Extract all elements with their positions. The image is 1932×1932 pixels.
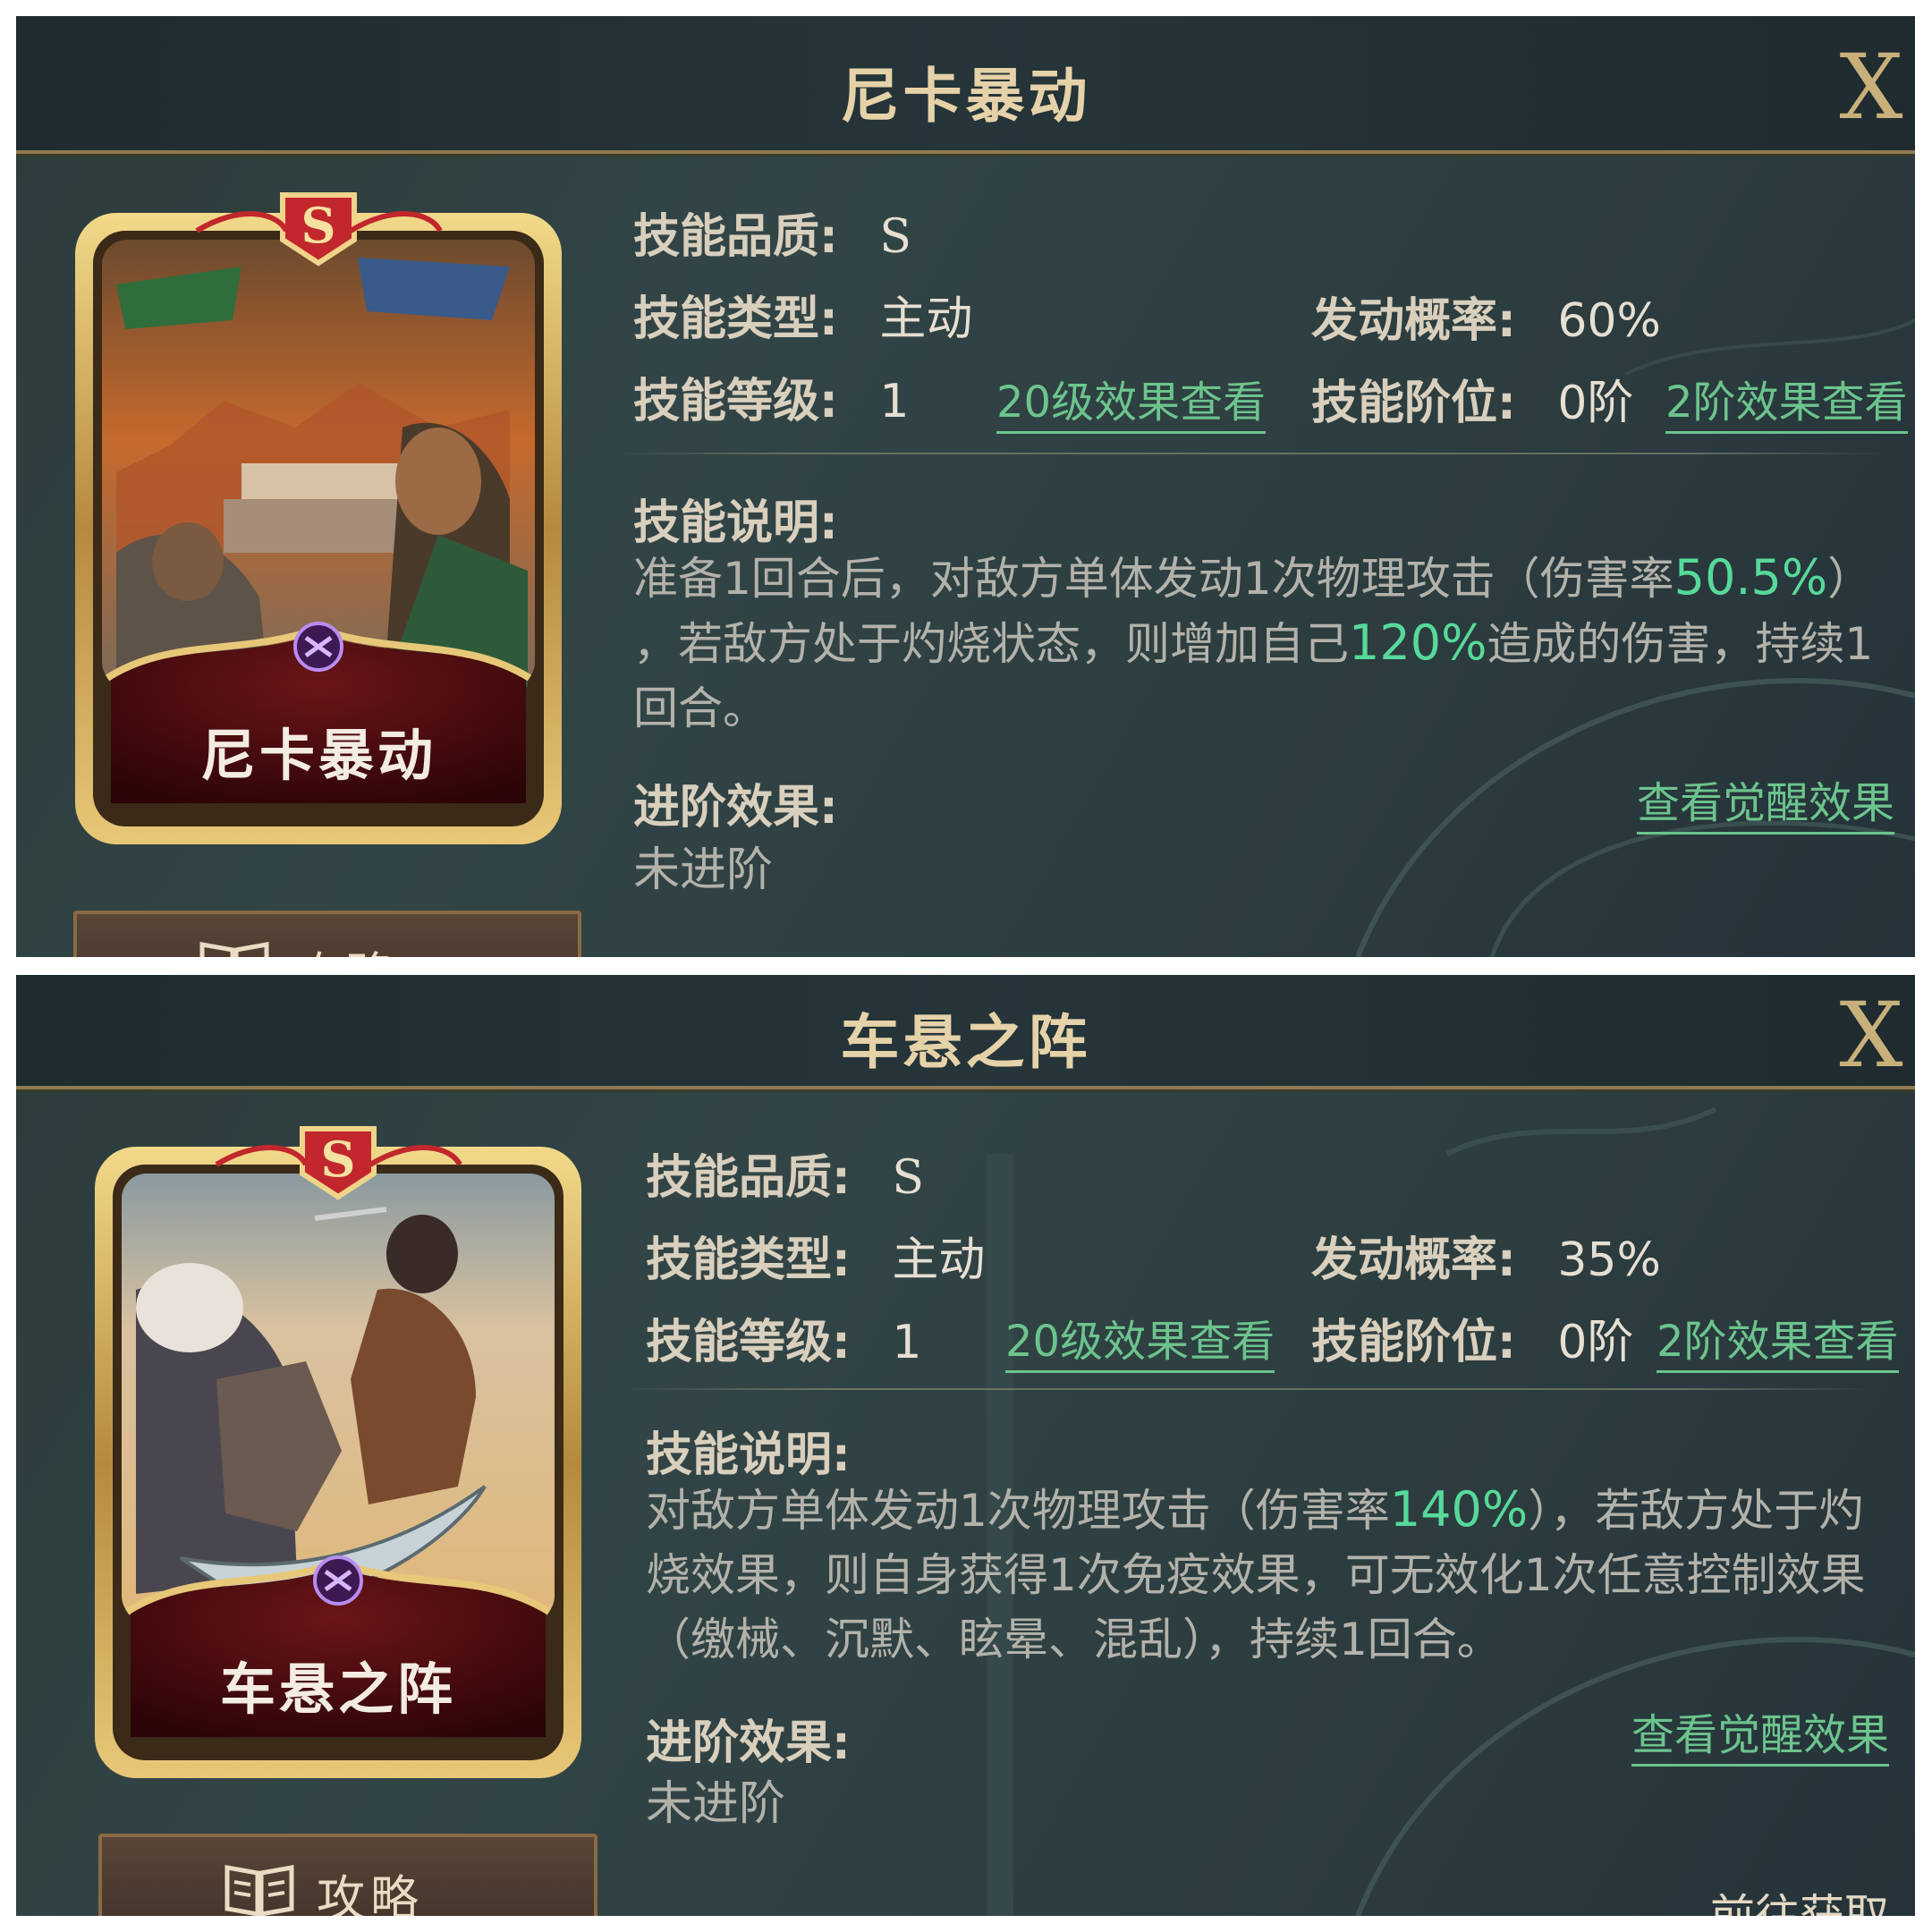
advance-label: 进阶效果: — [633, 781, 838, 835]
type-value: 主动 — [892, 1233, 986, 1287]
type-label: 技能类型: — [646, 1233, 851, 1287]
rank-value: 0阶 — [1557, 1316, 1634, 1369]
strategy-button[interactable]: 攻略 — [98, 1834, 597, 1916]
level-row: 技能等级: 1 — [646, 1304, 921, 1371]
rank-label: 技能阶位: — [1311, 377, 1516, 430]
quality-label: 技能品质: — [646, 1151, 851, 1205]
skill-panel-1: 尼卡暴动 X S 尼卡暴动 技能品质: S 技能类型: 主动 发动概率: 60%… — [16, 16, 1915, 957]
goto-obtain-button[interactable]: 前往获取 — [1710, 1880, 1889, 1916]
level-row: 技能等级: 1 — [633, 363, 909, 430]
level-label: 技能等级: — [646, 1316, 851, 1369]
rate-value: 35% — [1557, 1233, 1661, 1287]
rate-label: 发动概率: — [1311, 294, 1516, 348]
advance-value: 未进阶 — [646, 1777, 786, 1831]
divider — [624, 1388, 1877, 1390]
desc-text: 准备1回合后，对敌方单体发动1次物理攻击（伤害率 — [633, 553, 1674, 605]
skill-description: 准备1回合后，对敌方单体发动1次物理攻击（伤害率50.5%） ，若敌方处于灼烧状态… — [633, 546, 1877, 741]
skill-description: 对敌方单体发动1次物理攻击（伤害率140%），若敌方处于灼烧效果，则自身获得1次… — [646, 1478, 1871, 1672]
quality-value: S — [892, 1151, 924, 1205]
rate-value: 60% — [1557, 294, 1661, 348]
strategy-button[interactable]: 攻略 — [73, 911, 581, 957]
quality-label: 技能品质: — [633, 210, 838, 264]
rank-row: 技能阶位: 0阶 — [1311, 365, 1633, 432]
type-label: 技能类型: — [633, 292, 838, 346]
strategy-label: 攻略 — [292, 936, 399, 957]
panel-title: 车悬之阵 — [840, 1008, 1091, 1077]
panel-title: 尼卡暴动 — [840, 62, 1091, 131]
panel-header: 尼卡暴动 X — [16, 16, 1915, 154]
awaken-effect-link[interactable]: 查看觉醒效果 — [1637, 767, 1895, 835]
desc-label: 技能说明: — [633, 496, 838, 550]
grade-s-badge: S — [320, 1131, 356, 1188]
panel-header: 车悬之阵 X — [16, 975, 1915, 1089]
skill-card: S 车悬之阵 — [82, 1111, 594, 1791]
divider — [615, 453, 1885, 454]
quality-row: 技能品质: S — [633, 199, 911, 266]
skill-card: S 尼卡暴动 — [63, 177, 574, 857]
rate-row: 发动概率: 60% — [1311, 283, 1661, 350]
desc-highlight: 120% — [1349, 614, 1487, 671]
rate-label: 发动概率: — [1311, 1233, 1516, 1287]
desc-highlight: 50.5% — [1674, 549, 1828, 606]
advance-value: 未进阶 — [633, 843, 774, 897]
advance-label: 进阶效果: — [646, 1716, 851, 1770]
rate-row: 发动概率: 35% — [1311, 1222, 1661, 1289]
level-value: 1 — [892, 1316, 922, 1369]
awaken-effect-link[interactable]: 查看觉醒效果 — [1631, 1699, 1890, 1767]
level-value: 1 — [879, 375, 910, 428]
level-20-effect-link[interactable]: 20级效果查看 — [1005, 1306, 1275, 1373]
rank-row: 技能阶位: 0阶 — [1311, 1304, 1633, 1371]
rank-value: 0阶 — [1557, 377, 1634, 430]
type-row: 技能类型: 主动 — [646, 1222, 985, 1289]
rank-label: 技能阶位: — [1311, 1316, 1516, 1369]
rank-2-effect-link[interactable]: 2阶效果查看 — [1665, 367, 1908, 434]
level-label: 技能等级: — [633, 375, 838, 428]
grade-s-badge: S — [301, 197, 336, 254]
desc-label: 技能说明: — [646, 1428, 851, 1482]
quality-value: S — [879, 210, 911, 264]
card-name: 车悬之阵 — [219, 1657, 456, 1722]
desc-text: ，若敌方处于灼烧状态，则增加自己 — [633, 618, 1349, 670]
book-icon — [225, 1865, 294, 1916]
type-value: 主动 — [879, 292, 973, 346]
card-name: 尼卡暴动 — [199, 723, 436, 788]
type-row: 技能类型: 主动 — [633, 281, 972, 348]
desc-text: ） — [1827, 553, 1873, 605]
desc-text: 对敌方单体发动1次物理攻击（伤害率 — [646, 1485, 1390, 1537]
quality-row: 技能品质: S — [646, 1140, 924, 1207]
skill-panel-2: 车悬之阵 X S 车悬之阵 攻略 技能品质: S 技能类型: 主动 发动概率: … — [16, 975, 1915, 1916]
strategy-label: 攻略 — [317, 1870, 424, 1916]
book-icon — [199, 942, 269, 957]
rank-2-effect-link[interactable]: 2阶效果查看 — [1657, 1306, 1899, 1373]
close-button[interactable]: X — [1831, 991, 1911, 1080]
desc-highlight: 140% — [1389, 1481, 1529, 1538]
level-20-effect-link[interactable]: 20级效果查看 — [996, 367, 1267, 434]
close-button[interactable]: X — [1831, 43, 1911, 132]
